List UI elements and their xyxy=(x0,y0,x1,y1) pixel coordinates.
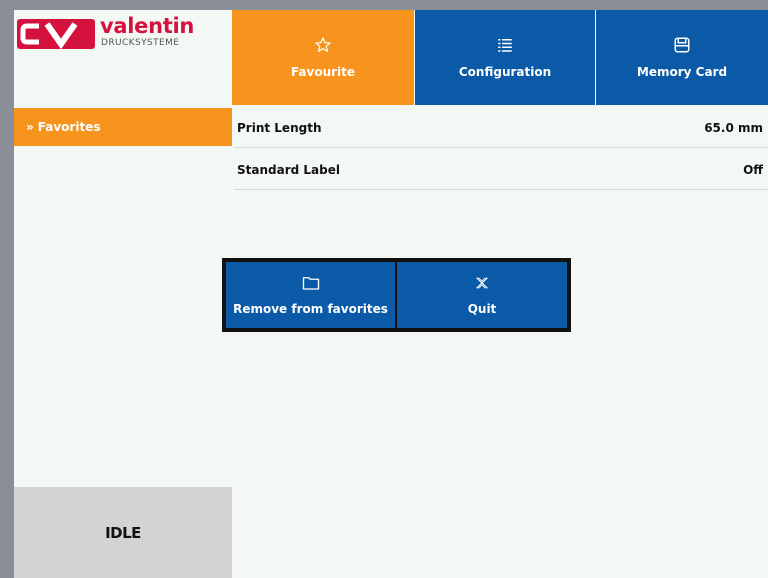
button-label: Quit xyxy=(467,301,497,316)
setting-label: Standard Label xyxy=(237,163,340,177)
printer-screen: valentin DRUCKSYSTEME Favourite Configur… xyxy=(14,10,768,578)
tab-label: Configuration xyxy=(458,65,552,79)
status-text: IDLE xyxy=(105,523,141,542)
quit-button[interactable]: Quit xyxy=(397,262,567,328)
list-icon xyxy=(496,36,514,57)
setting-label: Print Length xyxy=(237,121,322,135)
setting-value: 65.0 mm xyxy=(704,121,763,135)
setting-row-print-length[interactable]: Print Length 65.0 mm xyxy=(232,108,768,148)
tab-label: Favourite xyxy=(290,65,356,79)
remove-from-favorites-button[interactable]: Remove from favorites xyxy=(226,262,395,328)
logo: valentin DRUCKSYSTEME xyxy=(14,10,232,105)
tab-memory-card[interactable]: Memory Card xyxy=(596,10,768,105)
setting-row-standard-label[interactable]: Standard Label Off xyxy=(232,150,768,190)
star-icon xyxy=(314,36,332,57)
save-icon xyxy=(673,36,691,57)
status-panel: IDLE xyxy=(14,487,232,578)
button-label: Remove from favorites xyxy=(233,301,388,316)
sidebar-item-favorites[interactable]: » Favorites xyxy=(14,108,232,146)
folder-icon xyxy=(302,275,320,294)
tab-favourite[interactable]: Favourite xyxy=(232,10,414,105)
cv-logo-mark xyxy=(17,19,95,50)
double-chevron-right-icon: » xyxy=(26,120,34,134)
tab-label: Memory Card xyxy=(636,65,728,79)
setting-value: Off xyxy=(743,163,763,177)
tab-configuration[interactable]: Configuration xyxy=(415,10,595,105)
context-menu-dialog: Remove from favorites Quit xyxy=(222,258,571,332)
brand-subtitle: DRUCKSYSTEME xyxy=(101,38,180,48)
sidebar-item-label: Favorites xyxy=(37,120,101,134)
brand-name: valentin xyxy=(100,14,195,38)
close-icon xyxy=(474,275,490,294)
